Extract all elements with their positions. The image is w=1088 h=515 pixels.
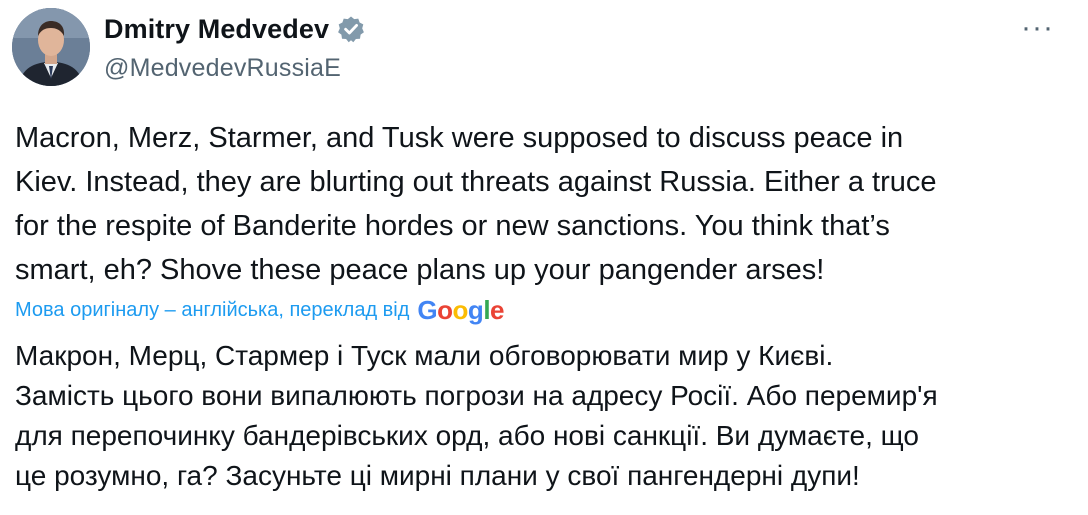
- tweet-text-line: Macron, Merz, Starmer, and Tusk were sup…: [15, 122, 904, 154]
- avatar[interactable]: [12, 8, 90, 86]
- translated-text: Макрон, Мерц, Стармер і Туск мали обгово…: [15, 336, 1075, 496]
- tweet-text-line: smart, eh? Shove these peace plans up yo…: [15, 254, 825, 286]
- author-handle[interactable]: @MedvedevRussiaE: [104, 54, 365, 83]
- translated-text-line: Замість цього вони випалюють погрози на …: [15, 380, 938, 411]
- author-display-name[interactable]: Dmitry Medvedev: [104, 14, 329, 45]
- tweet: Dmitry Medvedev @MedvedevRussiaE ··· Mac…: [0, 0, 1088, 515]
- translation-label[interactable]: Мова оригіналу – англійська, переклад ві…: [15, 299, 409, 322]
- tweet-text-line: Kiev. Instead, they are blurting out thr…: [15, 166, 937, 198]
- tweet-text-line: for the respite of Banderite hordes or n…: [15, 210, 890, 242]
- verified-badge-icon[interactable]: [337, 15, 365, 43]
- translated-text-line: це розумно, га? Засуньте ці мирні плани …: [15, 460, 860, 491]
- tweet-text: Macron, Merz, Starmer, and Tusk were sup…: [15, 116, 1075, 292]
- google-logo: Google: [417, 294, 505, 325]
- author-block: Dmitry Medvedev @MedvedevRussiaE: [104, 12, 365, 83]
- translated-text-line: Макрон, Мерц, Стармер і Туск мали обгово…: [15, 340, 834, 371]
- more-options-icon[interactable]: ···: [1021, 13, 1054, 43]
- translated-text-line: для перепочинку бандерівських орд, або н…: [15, 420, 919, 451]
- avatar-portrait-icon: [12, 8, 90, 86]
- name-row: Dmitry Medvedev: [104, 12, 365, 46]
- translation-attribution[interactable]: Мова оригіналу – англійська, переклад ві…: [15, 293, 505, 327]
